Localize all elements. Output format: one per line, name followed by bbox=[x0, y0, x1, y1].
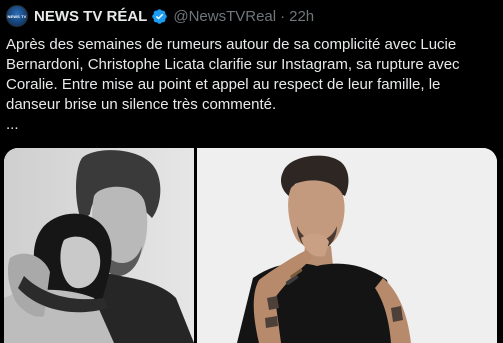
couple-photo-icon bbox=[4, 148, 194, 343]
man-portrait-icon bbox=[197, 148, 497, 343]
avatar-logo-text: NEWS TV bbox=[7, 14, 27, 19]
media-grid bbox=[4, 148, 497, 343]
tweet-header: NEWS TV RÉAL @NewsTVReal · 22h bbox=[34, 6, 314, 26]
verified-badge-icon bbox=[152, 8, 168, 24]
tweet-text-ellipsis: ... bbox=[6, 116, 19, 133]
author-name[interactable]: NEWS TV RÉAL bbox=[34, 8, 147, 25]
author-handle[interactable]: @NewsTVReal bbox=[173, 8, 276, 25]
post-timestamp[interactable]: 22h bbox=[289, 8, 314, 25]
media-photo-left[interactable] bbox=[4, 148, 194, 343]
separator-dot: · bbox=[280, 7, 286, 25]
author-avatar[interactable]: NEWS TV bbox=[6, 5, 28, 27]
tweet-card[interactable]: NEWS TV NEWS TV RÉAL @NewsTVReal · 22h A… bbox=[0, 0, 503, 343]
media-photo-right[interactable] bbox=[197, 148, 497, 343]
tweet-text: Après des semaines de rumeurs autour de … bbox=[6, 36, 460, 113]
